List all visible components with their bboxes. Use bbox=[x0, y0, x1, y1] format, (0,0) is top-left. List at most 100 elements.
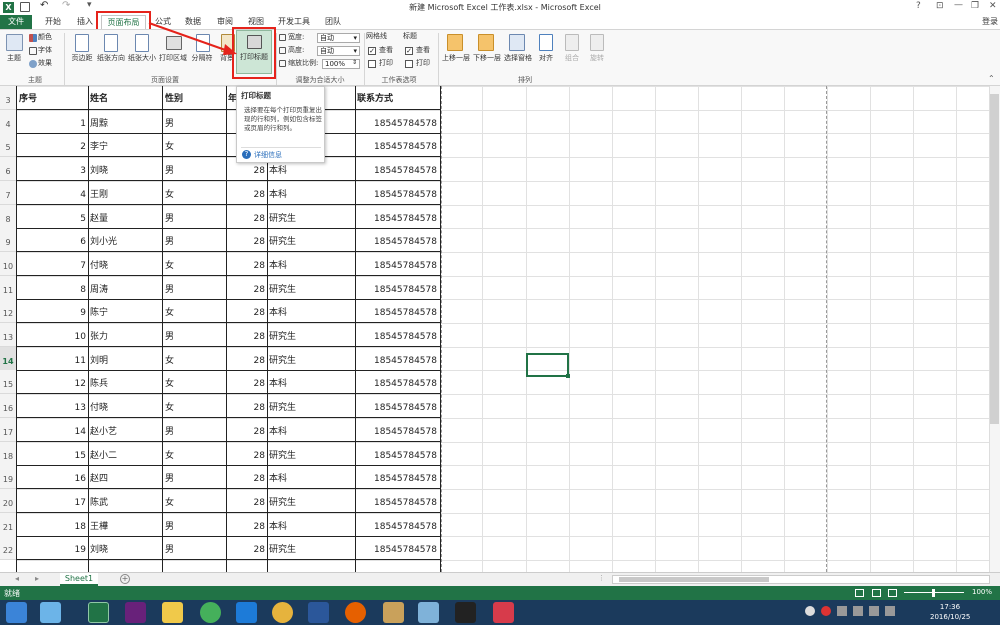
table-cell[interactable]: 本科 bbox=[269, 370, 353, 393]
table-cell[interactable]: 研究生 bbox=[269, 347, 353, 370]
group-button[interactable]: 组合 bbox=[560, 54, 584, 63]
height-select[interactable]: 自动 ▾ bbox=[317, 46, 360, 56]
ribbon-display-options-button[interactable]: ⊡ bbox=[936, 1, 944, 11]
row-header[interactable]: 22 bbox=[0, 536, 16, 560]
table-cell[interactable]: 王刚 bbox=[90, 181, 160, 204]
table-cell[interactable]: 28 bbox=[228, 418, 265, 441]
table-cell[interactable]: 18545784578 bbox=[357, 252, 437, 275]
table-cell[interactable]: 本科 bbox=[269, 465, 353, 488]
table-cell[interactable]: 男 bbox=[165, 418, 225, 441]
row-header[interactable]: 6 bbox=[0, 157, 16, 181]
table-cell[interactable]: 28 bbox=[228, 489, 265, 512]
table-cell[interactable]: 13 bbox=[18, 394, 86, 417]
table-cell[interactable]: 女 bbox=[165, 299, 225, 322]
row-header[interactable]: 5 bbox=[0, 133, 16, 157]
table-cell[interactable]: 女 bbox=[165, 181, 225, 204]
table-cell[interactable]: 男 bbox=[165, 536, 225, 559]
table-cell[interactable]: 研究生 bbox=[269, 323, 353, 346]
table-cell[interactable]: 28 bbox=[228, 205, 265, 228]
table-cell[interactable]: 18545784578 bbox=[357, 465, 437, 488]
notes-taskbar-icon[interactable] bbox=[383, 602, 404, 623]
table-cell[interactable]: 28 bbox=[228, 181, 265, 204]
vertical-scroll-thumb[interactable] bbox=[990, 94, 999, 424]
table-cell[interactable]: 18545784578 bbox=[357, 536, 437, 559]
table-cell[interactable]: 16 bbox=[18, 465, 86, 488]
clock[interactable]: 17:36 2016/10/25 bbox=[930, 602, 970, 622]
table-cell[interactable]: 18545784578 bbox=[357, 133, 437, 156]
row-header[interactable]: 21 bbox=[0, 513, 16, 537]
table-cell[interactable]: 刘小光 bbox=[90, 228, 160, 251]
bring-forward-button[interactable]: 上移一层 bbox=[440, 54, 472, 63]
table-cell[interactable]: 女 bbox=[165, 394, 225, 417]
table-cell[interactable]: 女 bbox=[165, 370, 225, 393]
table-cell[interactable]: 18 bbox=[18, 513, 86, 536]
table-cell[interactable]: 赵量 bbox=[90, 205, 160, 228]
table-cell[interactable]: 赵小二 bbox=[90, 442, 160, 465]
table-cell[interactable]: 刘明 bbox=[90, 347, 160, 370]
sheet-prev-icon[interactable]: ◂ bbox=[15, 574, 19, 583]
orientation-button[interactable]: 纸张方向 bbox=[95, 54, 127, 63]
row-header[interactable]: 9 bbox=[0, 228, 16, 252]
table-cell[interactable]: 28 bbox=[228, 323, 265, 346]
selection-pane-button[interactable]: 选择窗格 bbox=[502, 54, 534, 63]
table-cell[interactable]: 28 bbox=[228, 513, 265, 536]
worksheet-grid[interactable]: 345678910111213141516171819202122序号姓名性别年… bbox=[0, 86, 1000, 572]
table-cell[interactable]: 陈兵 bbox=[90, 370, 160, 393]
table-cell[interactable]: 研究生 bbox=[269, 489, 353, 512]
table-cell[interactable]: 女 bbox=[165, 489, 225, 512]
tab-file[interactable]: 文件 bbox=[0, 15, 32, 29]
collapse-ribbon-icon[interactable]: ⌃ bbox=[988, 74, 995, 83]
table-cell[interactable]: 陈宁 bbox=[90, 299, 160, 322]
fonts-button[interactable]: 字体 bbox=[38, 46, 56, 55]
tab-home[interactable]: 开始 bbox=[38, 15, 68, 29]
tab-split-icon[interactable]: ⋮ bbox=[598, 574, 605, 582]
margins-button[interactable]: 页边距 bbox=[68, 54, 96, 63]
tray-icon[interactable] bbox=[805, 606, 815, 616]
table-cell[interactable]: 研究生 bbox=[269, 442, 353, 465]
table-cell[interactable]: 28 bbox=[228, 394, 265, 417]
table-cell[interactable]: 2 bbox=[18, 133, 86, 156]
table-cell[interactable]: 18545784578 bbox=[357, 205, 437, 228]
row-header[interactable]: 15 bbox=[0, 370, 16, 394]
table-cell[interactable]: 女 bbox=[165, 442, 225, 465]
table-cell[interactable]: 18545784578 bbox=[357, 299, 437, 322]
table-cell[interactable]: 18545784578 bbox=[357, 442, 437, 465]
table-cell[interactable]: 17 bbox=[18, 489, 86, 512]
cmd-taskbar-icon[interactable] bbox=[455, 602, 476, 623]
table-cell[interactable]: 28 bbox=[228, 299, 265, 322]
row-header[interactable]: 12 bbox=[0, 299, 16, 323]
table-cell[interactable]: 18545784578 bbox=[357, 513, 437, 536]
horizontal-scrollbar[interactable] bbox=[612, 575, 990, 584]
redo-icon[interactable]: ↷ bbox=[62, 0, 70, 11]
row-header[interactable]: 17 bbox=[0, 418, 16, 442]
table-cell[interactable]: 18545784578 bbox=[357, 228, 437, 251]
table-cell[interactable]: 28 bbox=[228, 536, 265, 559]
undo-icon[interactable]: ↶ bbox=[40, 0, 48, 11]
tab-developer[interactable]: 开发工具 bbox=[274, 15, 314, 29]
start-button-icon[interactable] bbox=[6, 602, 27, 623]
table-cell[interactable]: 10 bbox=[18, 323, 86, 346]
row-header[interactable]: 11 bbox=[0, 276, 16, 300]
table-cell[interactable]: 男 bbox=[165, 228, 225, 251]
folder-taskbar-icon[interactable] bbox=[162, 602, 183, 623]
row-header[interactable]: 18 bbox=[0, 442, 16, 466]
tray-icon[interactable] bbox=[837, 606, 847, 616]
table-cell[interactable]: 4 bbox=[18, 181, 86, 204]
table-cell[interactable]: 19 bbox=[18, 536, 86, 559]
table-cell[interactable]: 男 bbox=[165, 157, 225, 180]
help-button[interactable]: ? bbox=[916, 1, 921, 11]
table-cell[interactable]: 本科 bbox=[269, 181, 353, 204]
table-cell[interactable]: 男 bbox=[165, 323, 225, 346]
themes-button[interactable]: 主题 bbox=[2, 54, 26, 63]
table-cell[interactable]: 28 bbox=[228, 252, 265, 275]
table-cell[interactable]: 28 bbox=[228, 228, 265, 251]
table-cell[interactable]: 男 bbox=[165, 465, 225, 488]
table-cell[interactable]: 付晓 bbox=[90, 394, 160, 417]
headings-print-checkbox[interactable] bbox=[405, 60, 413, 68]
page-layout-view-icon[interactable] bbox=[872, 589, 881, 597]
table-cell[interactable]: 研究生 bbox=[269, 394, 353, 417]
table-cell[interactable]: 刘晓 bbox=[90, 157, 160, 180]
volume-icon[interactable] bbox=[885, 606, 895, 616]
tray-icon[interactable] bbox=[869, 606, 879, 616]
row-header[interactable]: 14 bbox=[0, 347, 16, 371]
